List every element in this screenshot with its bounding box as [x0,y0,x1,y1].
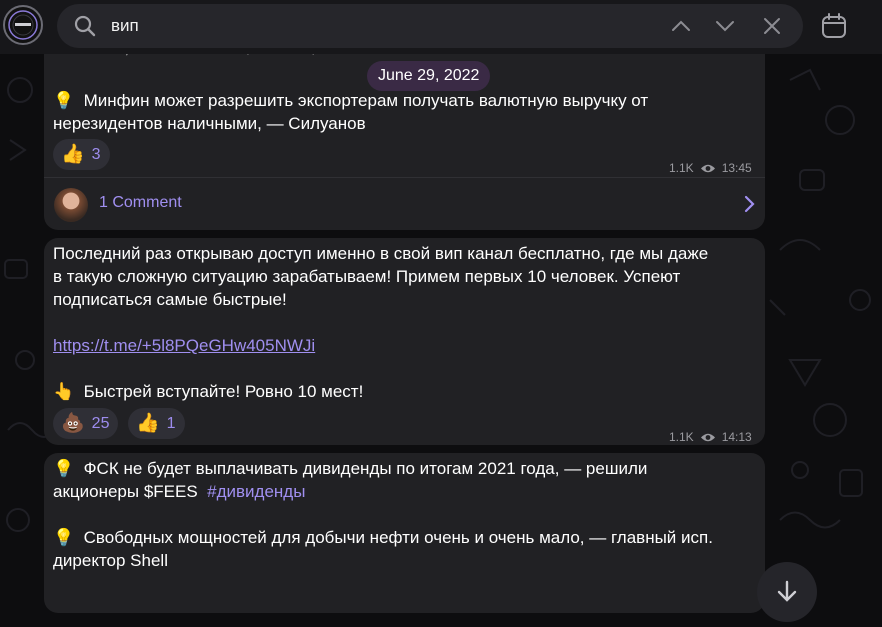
search-bar[interactable]: вип [57,4,803,48]
reaction-count: 3 [91,146,101,163]
commenter-avatar [54,188,88,222]
next-result-button[interactable] [712,13,738,39]
search-input[interactable]: вип [111,15,139,37]
comments-link[interactable]: 1 Comment [44,177,765,231]
reaction-count: 1 [166,415,176,432]
reaction-like[interactable]: 👍 3 [53,139,110,170]
thumbs-up-icon: 👍 [136,412,160,434]
message-line: ФСК не будет выплачивать дивиденды по ит… [83,459,648,478]
date-separator: June 29, 2022 [367,61,491,91]
channel-avatar[interactable] [3,5,43,45]
message-text: 💡 Свободных мощностей для добычи нефти о… [53,528,713,547]
reaction-count: 25 [91,415,110,432]
reaction-like[interactable]: 👍 1 [128,408,185,439]
message-bubble[interactable]: 💡 ФСК не будет выплачивать дивиденды по … [44,453,765,613]
arrow-down-icon [777,580,797,602]
message-line: акционеры $FEES [53,482,198,501]
message-line: Минфин может разрешить экспортерам получ… [83,91,649,110]
message-bubble[interactable]: Последний раз открываю доступ именно в с… [44,238,765,445]
message-text: 💡 Минфин может разрешить экспортерам пол… [53,91,649,110]
eye-icon [700,433,715,442]
message-line: подписаться самые быстрые! [53,290,287,309]
previous-result-button[interactable] [668,13,694,39]
view-count: 1.1K [669,430,694,444]
scroll-down-button[interactable] [757,562,817,622]
comments-count: 1 Comment [99,194,182,211]
message-text: 👆 Быстрей вступайте! Ровно 10 мест! [53,382,364,401]
message-line: директор Shell [53,551,168,570]
message-line: нерезидентов наличными, — Силуанов [53,114,366,133]
thumbs-up-icon: 👍 [61,143,85,165]
search-icon [74,15,96,37]
message-time: 14:13 [721,430,752,444]
eye-icon [700,164,715,173]
invite-link[interactable]: https://t.me/+5l8PQeGHw405NWJi [53,334,315,357]
message-line: в такую сложную ситуацию зарабатываем! П… [53,267,681,286]
calendar-icon[interactable] [820,12,848,40]
reaction-poop[interactable]: 💩 25 [53,408,119,439]
chevron-right-icon [744,195,755,213]
search-header: вип [0,0,882,54]
chevron-up-icon [672,20,690,31]
message-line: Последний раз открываю доступ именно в с… [53,244,709,263]
close-icon [764,18,780,34]
channel-logo-icon [8,10,38,40]
poop-icon: 💩 [61,412,85,434]
hashtag-link[interactable]: #дивиденды [207,482,305,501]
message-meta: 1.1K 14:13 [669,426,752,449]
message-line: Свободных мощностей для добычи нефти оче… [83,528,713,547]
chevron-down-icon [716,21,734,32]
message-text: 💡 ФСК не будет выплачивать дивиденды по … [53,459,648,478]
message-text: акционеры $FEES #дивиденды [53,480,305,503]
message-line: Быстрей вступайте! Ровно 10 мест! [83,382,364,401]
close-search-button[interactable] [759,13,785,39]
